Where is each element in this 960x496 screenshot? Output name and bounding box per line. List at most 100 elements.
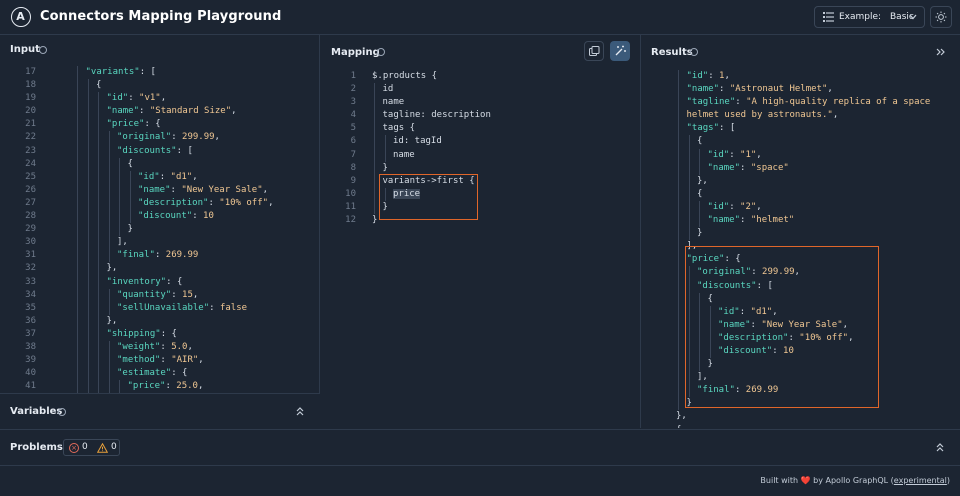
indent-guide (129, 210, 131, 224)
info-icon[interactable] (377, 48, 385, 56)
indent-guide (87, 327, 89, 341)
results-code-line: "tags": [ (642, 122, 960, 136)
indent-guide (98, 118, 99, 132)
indent-guide (87, 275, 89, 289)
code-token: helmet used by astronauts." (686, 110, 833, 121)
code-token: }, (697, 175, 708, 186)
line-number: 29 (25, 224, 36, 235)
input-code-line: 18 { (0, 79, 319, 93)
code-token: : [ (176, 145, 193, 156)
mapping-code-line: 1 $.products { (321, 70, 640, 83)
indent-guide (98, 301, 99, 315)
code-text: }, (676, 410, 687, 423)
code-text: "description": "10% off", (138, 197, 274, 210)
sun-icon (935, 11, 947, 23)
info-icon[interactable] (39, 46, 47, 54)
indent-guide (119, 223, 120, 237)
chevrons-up-icon[interactable] (296, 407, 304, 416)
code-token: name (393, 149, 415, 160)
indent-guide (87, 79, 89, 93)
code-text: { (697, 188, 702, 201)
warning-icon (97, 443, 108, 453)
code-token: "2" (740, 201, 757, 212)
mapping-code-line: 7 name (321, 148, 640, 162)
by-apollo-label: by Apollo GraphQL (813, 476, 889, 485)
indent-guide (98, 210, 99, 224)
input-editor[interactable]: 17 "variants": [18{19 "id": "v1", 20 "name":… (0, 66, 319, 394)
indent-guide (678, 371, 679, 385)
input-code-line: 29} (0, 223, 319, 237)
code-token: : (165, 381, 177, 392)
example-select[interactable]: Example: Basic (814, 6, 925, 28)
line-number: 32 (25, 263, 36, 274)
indent-guide (87, 210, 89, 224)
input-code-line: 21 "price": { (0, 118, 319, 132)
indent-guide (87, 118, 89, 132)
mapping-code-line: 11} (321, 200, 640, 215)
footer: Built with ❤️ by Apollo GraphQL (experim… (0, 465, 960, 496)
code-text: "estimate": { (117, 367, 187, 380)
code-token: } (382, 162, 388, 173)
indent-guide (77, 301, 78, 315)
indent-guide (678, 397, 679, 411)
input-code-line: 31 "final": 269.99 (0, 249, 319, 263)
variables-bar[interactable]: Variables (0, 393, 320, 428)
indent-guide (98, 367, 99, 381)
code-token: "helmet" (750, 215, 795, 226)
line-number: 33 (25, 276, 36, 287)
indent-guide (87, 196, 89, 211)
code-token: "id" (707, 149, 730, 160)
code-token: "name" (106, 106, 140, 117)
chevrons-right-icon[interactable] (936, 48, 945, 56)
indent-guide (678, 344, 679, 359)
results-code-line: "id": "2", (642, 200, 960, 215)
line-number: 10 (345, 188, 356, 199)
code-token: } (127, 224, 133, 235)
code-token: "method" (117, 355, 161, 366)
code-text: "quantity": 15, (117, 289, 198, 302)
indent-guide (98, 196, 99, 211)
mapping-editor[interactable]: 1 $.products {2 id 3 name 4 tagline: descripti… (321, 70, 640, 227)
code-token: "price" (106, 119, 145, 130)
line-number: 30 (25, 237, 36, 248)
code-token: tags { (382, 123, 416, 134)
line-number: 31 (25, 250, 36, 261)
info-icon[interactable] (58, 408, 66, 416)
line-number: 1 (350, 71, 356, 81)
problems-bar[interactable]: Problems × 0 0 (0, 429, 960, 465)
results-code-line: { (642, 135, 960, 149)
indent-guide (108, 249, 110, 263)
code-token: , (756, 149, 762, 160)
input-code-line: 39 "method": "AIR", (0, 354, 319, 368)
code-token: 25.0 (176, 381, 198, 392)
input-code-line: 19 "id": "v1", (0, 92, 319, 106)
example-label: Example: (839, 12, 882, 22)
input-code-line: 32}, (0, 262, 319, 276)
chevrons-up-icon[interactable] (936, 443, 944, 452)
code-token: { (697, 136, 703, 147)
code-token: : (209, 302, 220, 313)
indent-guide (77, 196, 78, 211)
code-text: "tags": [ (687, 122, 736, 135)
input-code-line: 17 "variants": [ (0, 66, 319, 80)
theme-toggle-button[interactable] (930, 6, 952, 28)
code-token: : (170, 184, 182, 195)
indent-guide (678, 266, 679, 280)
code-token: : (171, 132, 183, 143)
code-token: "id" (707, 201, 730, 212)
line-number: 39 (25, 355, 36, 366)
format-button[interactable] (610, 41, 630, 61)
indent-guide (108, 183, 110, 197)
copy-button[interactable] (584, 41, 604, 61)
indent-guide (87, 157, 89, 171)
indent-guide (374, 83, 375, 97)
indent-guide (77, 380, 78, 394)
indent-guide (98, 288, 99, 302)
code-text: "discounts": [ (117, 145, 193, 158)
experimental-link[interactable]: experimental (894, 476, 947, 485)
indent-guide (678, 292, 679, 306)
code-text: "price": 25.0, (128, 380, 204, 393)
indent-guide (98, 354, 99, 368)
info-icon[interactable] (690, 48, 698, 56)
indent-guide (87, 262, 89, 276)
